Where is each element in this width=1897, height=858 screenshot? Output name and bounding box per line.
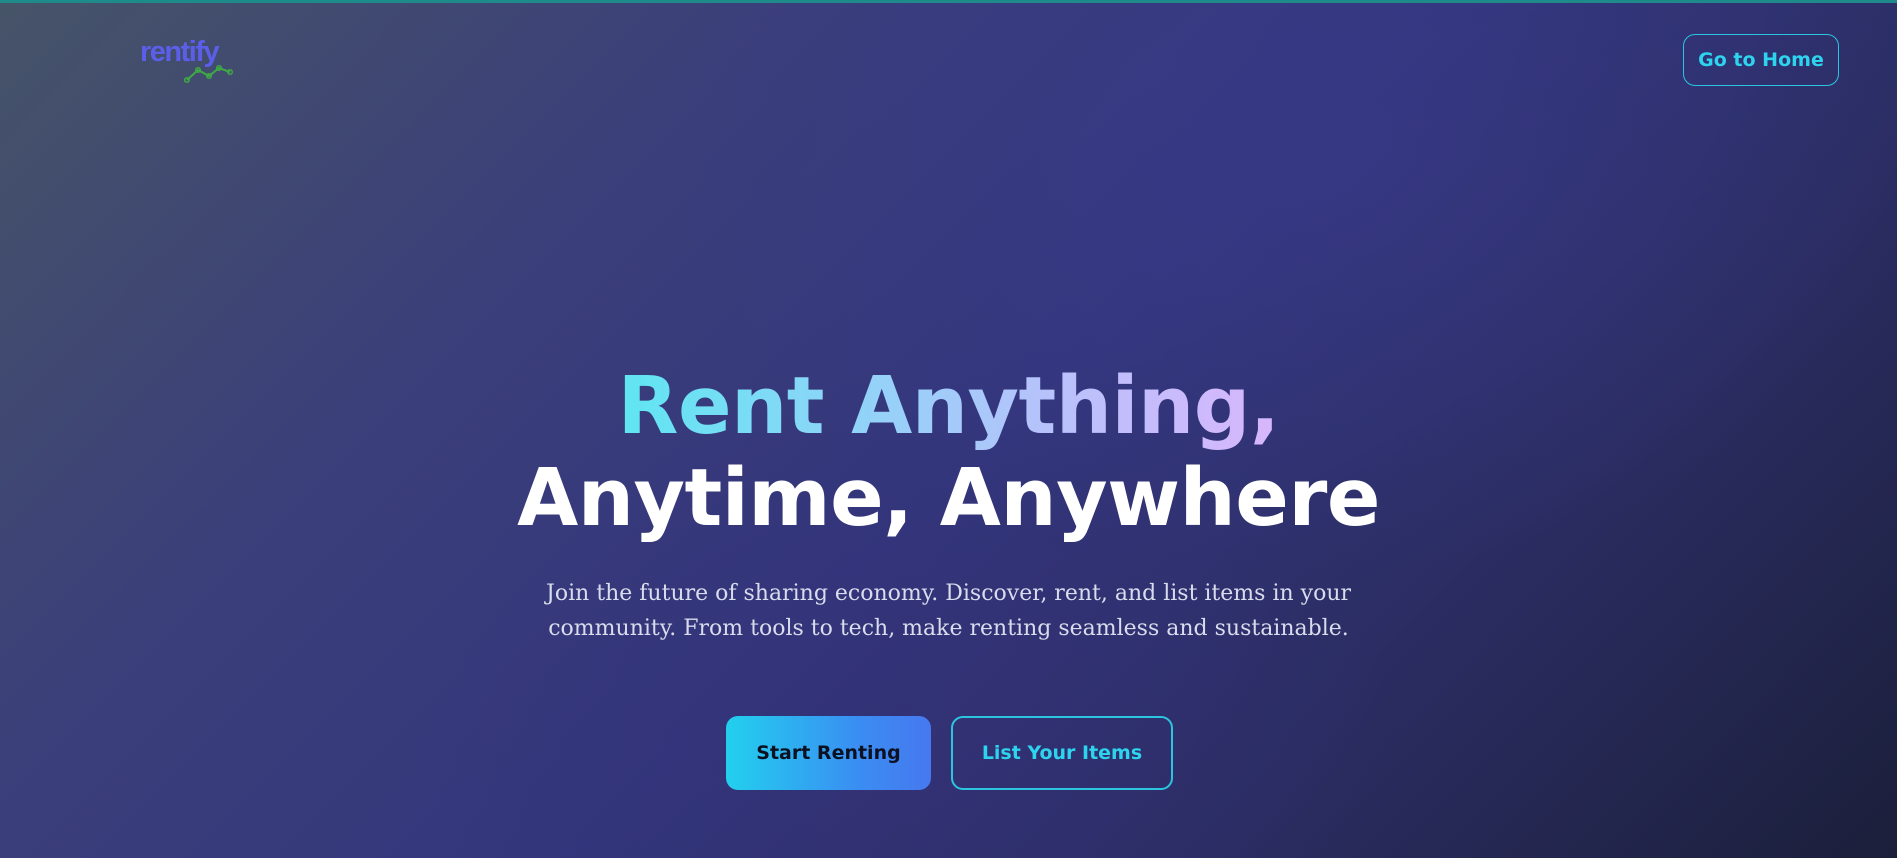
go-to-home-button[interactable]: Go to Home: [1683, 34, 1839, 86]
list-your-items-button[interactable]: List Your Items: [951, 716, 1173, 790]
hero-subtitle-line-1: Join the future of sharing economy. Disc…: [546, 581, 1351, 606]
hero-title-line-2: Anytime, Anywhere: [517, 452, 1380, 544]
rentify-logo[interactable]: rentify: [140, 38, 240, 88]
hero-title-line-1: Rent Anything,: [0, 360, 1897, 452]
top-accent-strip: [0, 0, 1897, 3]
hero-subtitle-line-2: community. From tools to tech, make rent…: [548, 616, 1349, 641]
start-renting-button[interactable]: Start Renting: [726, 716, 931, 790]
hero-subtitle: Join the future of sharing economy. Disc…: [0, 576, 1897, 646]
trend-line-icon: [184, 64, 234, 84]
hero-title-gradient-text: Rent Anything,: [617, 360, 1280, 452]
